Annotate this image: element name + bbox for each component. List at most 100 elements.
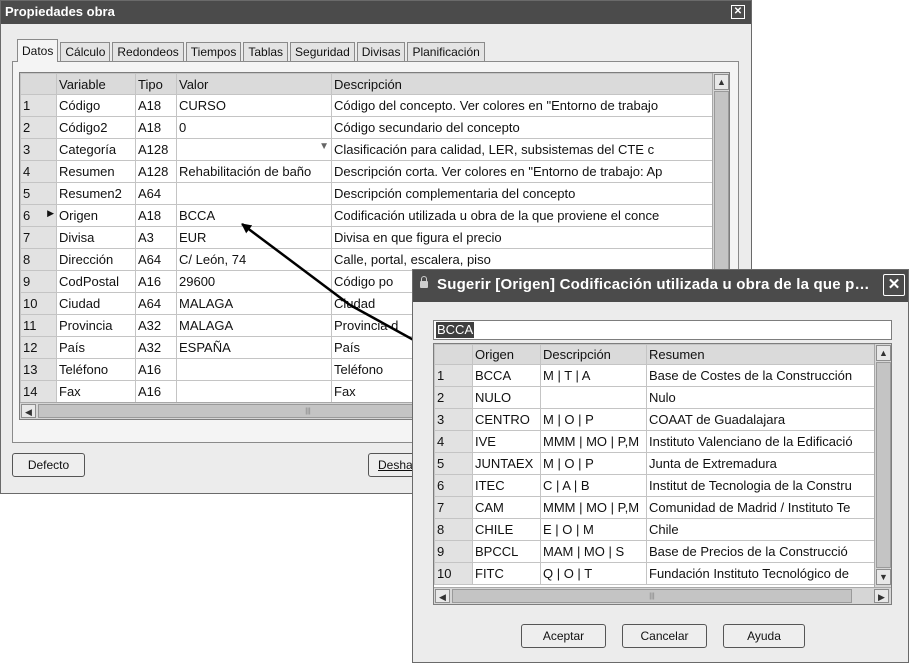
valor-cell[interactable]	[176, 380, 332, 403]
tipo-cell[interactable]: A18	[135, 116, 177, 139]
valor-cell[interactable]: Rehabilitación de baño	[176, 160, 332, 183]
tipo-cell[interactable]: A3	[135, 226, 177, 249]
variable-cell[interactable]: Código	[56, 94, 136, 117]
resumen-cell[interactable]: Nulo	[646, 386, 876, 409]
descripcion-cell[interactable]	[540, 386, 647, 409]
tab-seguridad[interactable]: Seguridad	[290, 42, 355, 61]
descripcion-cell[interactable]: M | T | A	[540, 364, 647, 387]
tipo-cell[interactable]: A64	[135, 182, 177, 205]
table-row[interactable]: 2 Código2 A18 0 Código secundario del concep…	[20, 116, 714, 139]
tipo-cell[interactable]: A16	[135, 270, 177, 293]
suggest-vscrollbar[interactable]: ▲ ▼	[874, 344, 891, 587]
tipo-cell[interactable]: A32	[135, 314, 177, 337]
descripcion-cell[interactable]: Codificación utilizada u obra de la que …	[331, 204, 714, 227]
table-row[interactable]: 1 Código A18 CURSO Código del concepto. Ver …	[20, 94, 714, 117]
tipo-cell[interactable]: A16	[135, 358, 177, 381]
origen-cell[interactable]: CENTRO	[472, 408, 541, 431]
descripcion-cell[interactable]: Calle, portal, escalera, piso	[331, 248, 714, 271]
suggest-row[interactable]: 6 ITEC C | A | B Institut de Tecnologia de …	[434, 474, 876, 497]
tab-tiempos[interactable]: Tiempos	[185, 42, 242, 61]
suggest-scroll-thumb[interactable]	[876, 362, 891, 568]
variable-cell[interactable]: Provincia	[56, 314, 136, 337]
resumen-cell[interactable]: Base de Precios de la Construcció	[646, 540, 876, 563]
header-variable[interactable]: Variable	[56, 73, 136, 95]
origen-cell[interactable]: NULO	[472, 386, 541, 409]
valor-cell[interactable]: 0	[176, 116, 332, 139]
tipo-cell[interactable]: A32	[135, 336, 177, 359]
variable-cell[interactable]: Categoría	[56, 138, 136, 161]
variable-cell[interactable]: Origen	[56, 204, 136, 227]
origen-cell[interactable]: CHILE	[472, 518, 541, 541]
tab-planificacion[interactable]: Planificación	[407, 42, 485, 61]
table-row[interactable]: 3 Categoría A128 ▼ Clasificación para calida…	[20, 138, 714, 161]
variable-cell[interactable]: CodPostal	[56, 270, 136, 293]
origen-cell[interactable]: JUNTAEX	[472, 452, 541, 475]
suggest-row[interactable]: 10 FITC Q | O | T Fundación Instituto Tecno…	[434, 562, 876, 585]
suggest-close-button[interactable]: ✕	[883, 274, 905, 296]
resumen-cell[interactable]: COAAT de Guadalajara	[646, 408, 876, 431]
variable-cell[interactable]: Teléfono	[56, 358, 136, 381]
tipo-cell[interactable]: A18	[135, 94, 177, 117]
table-row[interactable]: 4 Resumen A128 Rehabilitación de baño Descri…	[20, 160, 714, 183]
descripcion-cell[interactable]: MAM | MO | S	[540, 540, 647, 563]
suggest-scroll-down-button[interactable]: ▼	[876, 569, 891, 585]
variable-cell[interactable]: Dirección	[56, 248, 136, 271]
cancelar-button[interactable]: Cancelar	[622, 624, 707, 648]
descripcion-cell[interactable]: Código secundario del concepto	[331, 116, 714, 139]
header-descripcion[interactable]: Descripción	[331, 73, 714, 95]
suggest-row[interactable]: 1 BCCA M | T | A Base de Costes de la Const…	[434, 364, 876, 387]
suggest-row[interactable]: 4 IVE MMM | MO | P,M Instituto Valenciano d…	[434, 430, 876, 453]
suggest-hscrollbar[interactable]: ◀ ||| ▶	[434, 587, 891, 604]
resumen-cell[interactable]: Base de Costes de la Construcción	[646, 364, 876, 387]
valor-cell[interactable]: MALAGA	[176, 292, 332, 315]
scroll-up-button[interactable]: ▲	[714, 74, 729, 90]
descripcion-cell[interactable]: Q | O | T	[540, 562, 647, 585]
descripcion-cell[interactable]: Clasificación para calidad, LER, subsist…	[331, 138, 714, 161]
suggest-row[interactable]: 7 CAM MMM | MO | P,M Comunidad de Madrid / …	[434, 496, 876, 519]
tipo-cell[interactable]: A64	[135, 248, 177, 271]
tipo-cell[interactable]: A64	[135, 292, 177, 315]
origen-cell[interactable]: ITEC	[472, 474, 541, 497]
descripcion-cell[interactable]: Código del concepto. Ver colores en "Ent…	[331, 94, 714, 117]
origen-cell[interactable]: FITC	[472, 562, 541, 585]
variable-cell[interactable]: Ciudad	[56, 292, 136, 315]
descripcion-cell[interactable]: MMM | MO | P,M	[540, 496, 647, 519]
resumen-cell[interactable]: Comunidad de Madrid / Instituto Te	[646, 496, 876, 519]
suggest-hscroll-thumb[interactable]: |||	[452, 589, 852, 603]
variable-cell[interactable]: Resumen2	[56, 182, 136, 205]
origen-cell[interactable]: IVE	[472, 430, 541, 453]
descripcion-cell[interactable]: M | O | P	[540, 452, 647, 475]
descripcion-cell[interactable]: M | O | P	[540, 408, 647, 431]
valor-cell[interactable]: 29600	[176, 270, 332, 293]
descripcion-cell[interactable]: E | O | M	[540, 518, 647, 541]
tipo-cell[interactable]: A18	[135, 204, 177, 227]
descripcion-cell[interactable]: Descripción corta. Ver colores en "Entor…	[331, 160, 714, 183]
valor-cell[interactable]: C/ León, 74	[176, 248, 332, 271]
variable-cell[interactable]: Código2	[56, 116, 136, 139]
descripcion-cell[interactable]: MMM | MO | P,M	[540, 430, 647, 453]
origen-cell[interactable]: CAM	[472, 496, 541, 519]
resumen-cell[interactable]: Chile	[646, 518, 876, 541]
tipo-cell[interactable]: A128	[135, 138, 177, 161]
suggest-search-input[interactable]: BCCA	[433, 320, 892, 340]
suggest-scroll-up-button[interactable]: ▲	[876, 345, 891, 361]
descripcion-cell[interactable]: Divisa en que figura el precio	[331, 226, 714, 249]
variable-cell[interactable]: Divisa	[56, 226, 136, 249]
suggest-header-origen[interactable]: Origen	[472, 344, 541, 365]
suggest-row[interactable]: 3 CENTRO M | O | P COAAT de Guadalajara	[434, 408, 876, 431]
resumen-cell[interactable]: Fundación Instituto Tecnológico de	[646, 562, 876, 585]
valor-cell[interactable]: CURSO	[176, 94, 332, 117]
suggest-row[interactable]: 9 BPCCL MAM | MO | S Base de Precios de la …	[434, 540, 876, 563]
table-row[interactable]: 8 Dirección A64 C/ León, 74 Calle, portal, e…	[20, 248, 714, 271]
resumen-cell[interactable]: Institut de Tecnologia de la Constru	[646, 474, 876, 497]
descripcion-cell[interactable]: Descripción complementaria del concepto	[331, 182, 714, 205]
close-button[interactable]: ✕	[731, 5, 745, 19]
valor-cell[interactable]: ▼	[176, 138, 332, 161]
tab-divisas[interactable]: Divisas	[356, 42, 406, 61]
tab-calculo[interactable]: Cálculo	[60, 42, 111, 61]
valor-cell[interactable]: BCCA	[176, 204, 332, 227]
aceptar-button[interactable]: Aceptar	[521, 624, 606, 648]
suggest-row[interactable]: 5 JUNTAEX M | O | P Junta de Extremadura	[434, 452, 876, 475]
header-tipo[interactable]: Tipo	[135, 73, 177, 95]
variable-cell[interactable]: Fax	[56, 380, 136, 403]
